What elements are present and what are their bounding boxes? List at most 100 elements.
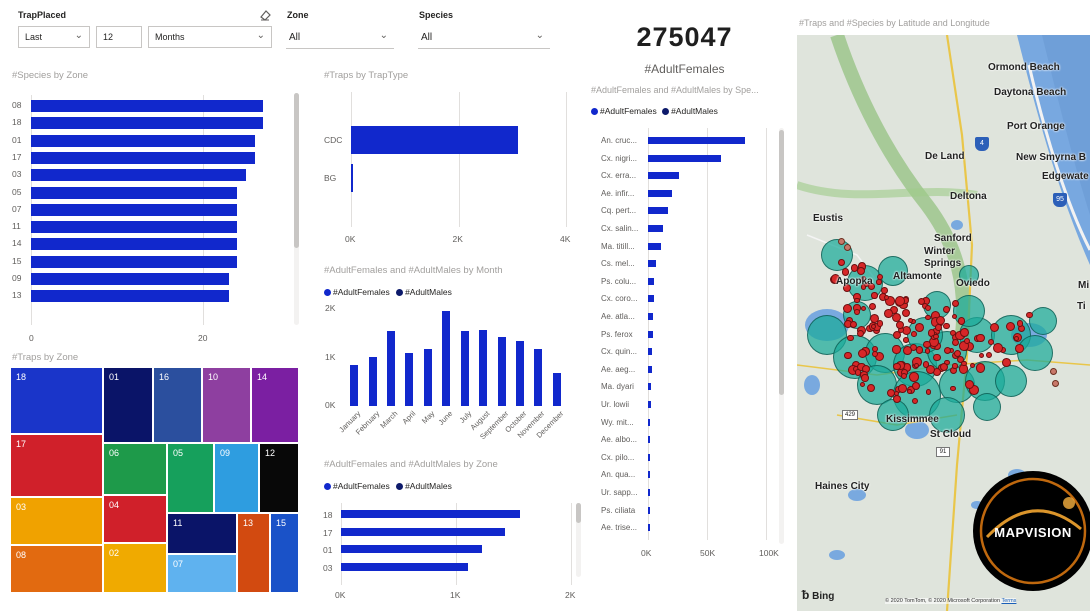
map-point[interactable]: [975, 363, 986, 373]
bar[interactable]: [648, 401, 651, 408]
map-point[interactable]: [844, 351, 852, 360]
map-point[interactable]: [1052, 380, 1059, 387]
terms-link[interactable]: Terms: [1001, 598, 1016, 604]
species-by-zone-scrollbar[interactable]: [294, 93, 299, 248]
map-point[interactable]: [963, 337, 970, 345]
relative-mode-dropdown[interactable]: Last ⌄: [18, 26, 90, 48]
map-point[interactable]: [924, 348, 931, 354]
map-point[interactable]: [866, 383, 875, 392]
bar[interactable]: [648, 506, 650, 514]
bar[interactable]: [341, 562, 468, 571]
bar[interactable]: [341, 545, 483, 553]
map-point[interactable]: [933, 353, 941, 362]
bar[interactable]: [351, 126, 518, 154]
map-point[interactable]: [912, 397, 919, 404]
bar[interactable]: [31, 117, 264, 130]
bar[interactable]: [648, 242, 661, 250]
map-point[interactable]: [892, 330, 902, 340]
map-point[interactable]: [881, 287, 889, 294]
map-point[interactable]: [951, 313, 958, 319]
treemap-tile[interactable]: 07: [167, 554, 237, 593]
treemap-tile[interactable]: 02: [103, 543, 167, 593]
map-point[interactable]: [954, 349, 962, 357]
bar[interactable]: [31, 169, 246, 182]
map-visual[interactable]: Ormond Beach Daytona Beach Port Orange D…: [797, 35, 1090, 611]
bar[interactable]: [31, 273, 229, 285]
map-point[interactable]: [952, 363, 958, 369]
treemap-tile[interactable]: 18: [10, 367, 103, 434]
map-point[interactable]: [860, 305, 866, 311]
map-point[interactable]: [914, 322, 924, 332]
bar[interactable]: [351, 164, 353, 192]
bar[interactable]: [648, 436, 650, 444]
map-point[interactable]: [943, 305, 950, 313]
bar[interactable]: [648, 365, 652, 373]
bar[interactable]: [648, 207, 669, 215]
map-bubble[interactable]: [995, 365, 1027, 397]
bar[interactable]: [31, 203, 238, 216]
bar[interactable]: [648, 330, 653, 338]
map-point[interactable]: [925, 364, 935, 374]
map-point[interactable]: [892, 345, 901, 354]
map-point[interactable]: [838, 238, 845, 245]
bar[interactable]: [31, 134, 255, 147]
treemap-tile[interactable]: 15: [270, 513, 299, 593]
map-bubble[interactable]: [973, 393, 1001, 421]
bar[interactable]: [648, 524, 650, 532]
bar[interactable]: [648, 313, 654, 320]
map-point[interactable]: [1015, 344, 1024, 353]
map-point[interactable]: [959, 328, 969, 338]
map-point[interactable]: [909, 372, 919, 382]
map-point[interactable]: [1050, 368, 1057, 375]
map-point[interactable]: [924, 314, 931, 321]
bar[interactable]: [648, 137, 745, 144]
treemap-tile[interactable]: 17: [10, 434, 103, 497]
bar[interactable]: [648, 154, 722, 162]
bar[interactable]: [648, 225, 664, 232]
bar[interactable]: [387, 330, 396, 406]
treemap-tile[interactable]: 10: [202, 367, 251, 443]
treemap-tile[interactable]: 04: [103, 495, 167, 543]
map-point[interactable]: [854, 309, 861, 315]
map-point[interactable]: [876, 319, 884, 327]
map-point[interactable]: [906, 388, 912, 394]
map-point[interactable]: [935, 324, 942, 331]
map-point[interactable]: [903, 346, 913, 355]
bar[interactable]: [648, 453, 650, 461]
by-species-scrollbar[interactable]: [779, 130, 784, 395]
bar[interactable]: [31, 151, 255, 164]
bar[interactable]: [423, 348, 432, 406]
bar[interactable]: [552, 372, 561, 406]
treemap-tile[interactable]: 13: [237, 513, 270, 593]
treemap-tile[interactable]: 09: [214, 443, 259, 513]
map-point[interactable]: [951, 299, 959, 307]
bar[interactable]: [479, 330, 488, 406]
bar[interactable]: [648, 189, 672, 197]
treemap-tile[interactable]: 14: [251, 367, 299, 443]
map-point[interactable]: [1005, 322, 1015, 332]
bar[interactable]: [341, 510, 521, 518]
map-point[interactable]: [907, 317, 913, 323]
bar[interactable]: [648, 277, 655, 285]
map-point[interactable]: [856, 329, 864, 337]
bar[interactable]: [31, 255, 238, 268]
by-zone-scrollbar[interactable]: [576, 503, 581, 523]
bar[interactable]: [341, 527, 506, 536]
bar[interactable]: [31, 221, 238, 234]
bar[interactable]: [515, 341, 524, 406]
map-point[interactable]: [871, 292, 878, 299]
treemap-tile[interactable]: 16: [153, 367, 202, 443]
map-point[interactable]: [978, 352, 985, 358]
map-point[interactable]: [916, 346, 924, 354]
map-point[interactable]: [1026, 311, 1033, 319]
treemap-tile[interactable]: 06: [103, 443, 167, 495]
map-point[interactable]: [861, 374, 869, 382]
bar[interactable]: [648, 172, 679, 180]
map-point[interactable]: [895, 321, 904, 329]
map-point[interactable]: [898, 383, 907, 393]
map-point[interactable]: [992, 343, 1003, 354]
bar[interactable]: [460, 331, 469, 406]
treemap-tile[interactable]: 01: [103, 367, 153, 443]
bar[interactable]: [648, 295, 654, 303]
map-point[interactable]: [868, 302, 876, 310]
